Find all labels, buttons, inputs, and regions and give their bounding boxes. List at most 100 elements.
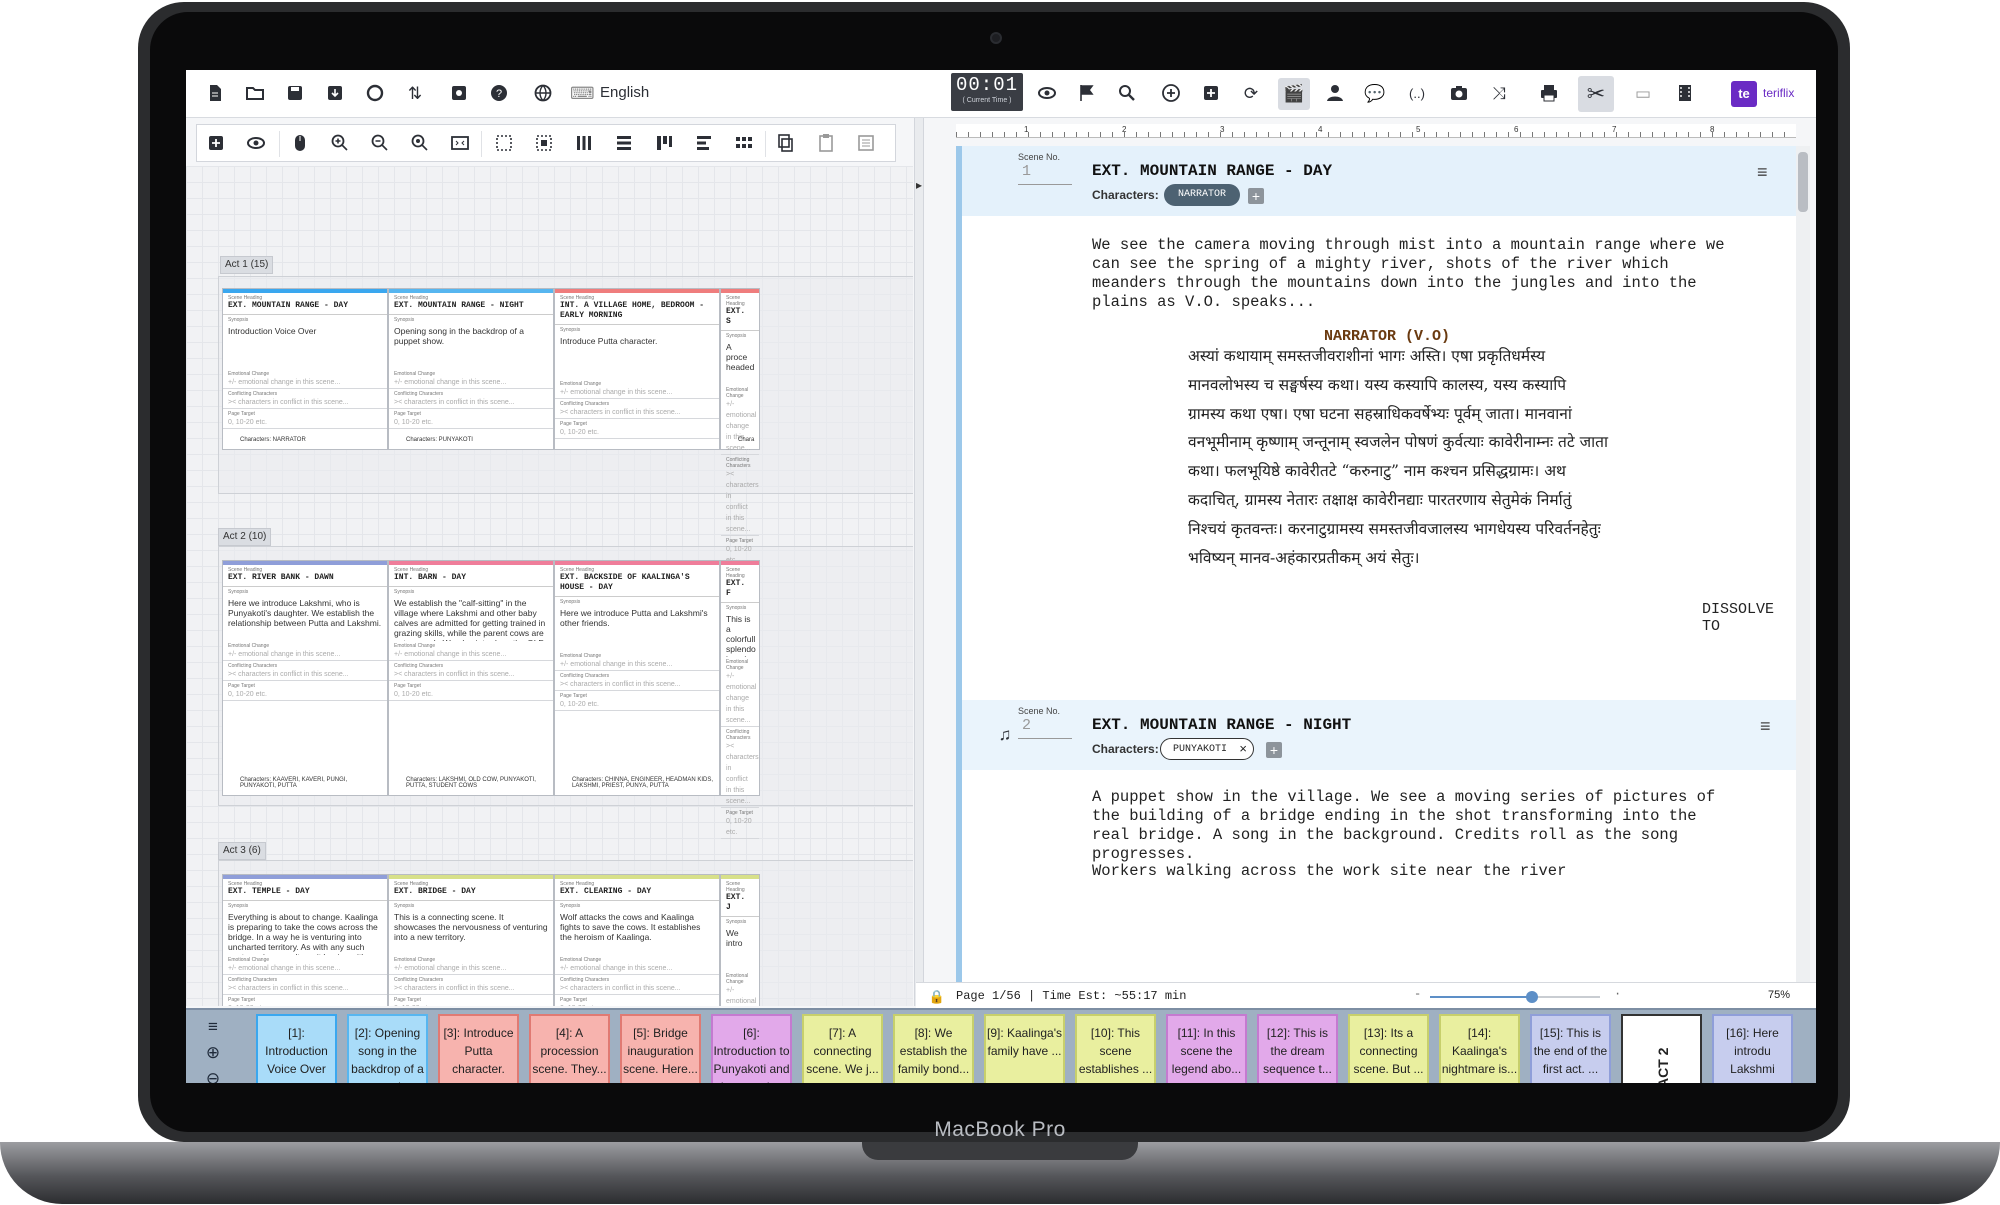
shuffle-icon[interactable]: ⤨	[1488, 83, 1510, 105]
page-target-field[interactable]: 0, 10-20 etc.	[389, 689, 553, 701]
save-as-icon[interactable]	[324, 83, 346, 105]
timeline-card[interactable]: [10]: This scene establishes ...	[1075, 1014, 1156, 1083]
timeline-card[interactable]: [5]: Bridge inauguration scene. Here...	[620, 1014, 701, 1083]
card-synopsis[interactable]: A proce headed	[721, 339, 759, 385]
eye-icon[interactable]	[1036, 83, 1058, 105]
scene-1-action[interactable]: We see the camera moving through mist in…	[1092, 236, 1732, 312]
card-scene-heading[interactable]: EXT. BRIDGE - DAY	[389, 887, 553, 901]
conflicting-characters-field[interactable]: >< characters in conflict in this scene.…	[555, 983, 719, 995]
card-scene-heading[interactable]: EXT. BACKSIDE OF KAALINGA'S HOUSE - DAY	[555, 573, 719, 597]
editor-scrollbar[interactable]	[1796, 146, 1810, 988]
page-target-field[interactable]: 0, 10-20 etc.	[555, 699, 719, 711]
scene-card[interactable]: Scene Heading EXT. RIVER BANK - DAWN Synop…	[222, 560, 388, 796]
emotional-change-field[interactable]: +/- emotional change in this scene...	[555, 387, 719, 399]
copy-icon[interactable]	[775, 133, 797, 155]
zoom-in-icon[interactable]	[329, 133, 351, 155]
timeline-card[interactable]: [11]: In this scene the legend abo...	[1166, 1014, 1247, 1083]
timeline-card[interactable]: [15]: This is the end of the first act. …	[1530, 1014, 1611, 1083]
scene-card[interactable]: Scene Heading EXT. TEMPLE - DAY Synopsis Ev…	[222, 874, 388, 1006]
character-chip[interactable]: PUNYAKOTI ×	[1160, 738, 1255, 760]
corkboard-canvas[interactable]: Act 1 (15) Act 2 (10) Act 3 (6) Scene He…	[186, 166, 913, 1006]
preview-eye-icon[interactable]	[245, 133, 267, 155]
character-chip[interactable]: NARRATOR	[1164, 184, 1241, 206]
zoom-out-icon[interactable]	[369, 133, 391, 155]
fit-screen-icon[interactable]	[449, 133, 471, 155]
page-target-field[interactable]: 0, 10-20 etc.	[389, 1003, 553, 1006]
scene-card[interactable]: Scene Heading EXT. CLEARING - DAY Synopsis…	[554, 874, 720, 1006]
conflicting-characters-field[interactable]: >< characters in conflict in this scene.…	[389, 983, 553, 995]
conflicting-characters-field[interactable]: >< characters in conflict in this scene.…	[223, 983, 387, 995]
clapperboard-icon[interactable]: 🎬	[1278, 78, 1310, 110]
film-strip-icon[interactable]	[1674, 83, 1696, 105]
select-all-icon[interactable]	[533, 133, 555, 155]
conflicting-characters-field[interactable]: >< characters in conflict in this scene.…	[721, 741, 759, 808]
page-target-field[interactable]: 0, 10-20 etc.	[721, 816, 759, 839]
timeline-card[interactable]: ACT 2	[1621, 1014, 1702, 1083]
timeline-card[interactable]: [3]: Introduce Putta character.	[438, 1014, 519, 1083]
emotional-change-field[interactable]: +/- emotional change in this scene...	[389, 649, 553, 661]
scene-2-action-2[interactable]: Workers walking across the work site nea…	[1092, 862, 1732, 881]
tools-icon[interactable]: ✂	[1578, 76, 1614, 112]
badge-icon[interactable]	[364, 83, 386, 105]
zoom-minus[interactable]: -	[1414, 987, 1421, 1001]
scene-heading[interactable]: EXT. MOUNTAIN RANGE - DAY	[1092, 162, 1332, 180]
align-top-icon[interactable]	[653, 133, 675, 155]
timeline-card[interactable]: [1]: Introduction Voice Over	[256, 1014, 337, 1083]
timeline-card[interactable]: [9]: Kaalinga's family have ...	[984, 1014, 1065, 1083]
card-synopsis[interactable]: This is a colorfull splendo imagina	[721, 611, 759, 657]
page-target-field[interactable]: 0, 10-20 etc.	[223, 417, 387, 429]
scene-number[interactable]: 1	[1022, 163, 1031, 180]
scene-1-header[interactable]: Scene No. 1 EXT. MOUNTAIN RANGE - DAY Ch…	[962, 146, 1796, 216]
emotional-change-field[interactable]: +/- emotional change in this scene...	[555, 659, 719, 671]
settings-icon[interactable]	[448, 83, 470, 105]
card-scene-heading[interactable]: INT. A VILLAGE HOME, BEDROOM - EARLY MOR…	[555, 301, 719, 325]
card-scene-heading[interactable]: EXT. J	[721, 893, 759, 917]
timeline-card[interactable]: [4]: A procession scene. They...	[529, 1014, 610, 1083]
card-synopsis[interactable]: Wolf attacks the cows and Kaalinga fight…	[555, 909, 719, 955]
card-synopsis[interactable]: Here we introduce Putta and Lakshmi's ot…	[555, 605, 719, 651]
mouse-icon[interactable]	[289, 133, 311, 155]
scene-card[interactable]: Scene Heading EXT. F Synopsis This is a col…	[720, 560, 760, 839]
emotional-change-field[interactable]: +/- emotional change in this scene...	[223, 649, 387, 661]
scene-menu-icon[interactable]: ≡	[1757, 162, 1768, 183]
emotional-change-field[interactable]: +/- emotional change in this scene...	[389, 377, 553, 389]
keyboard-icon[interactable]: ⌨	[570, 83, 595, 105]
new-file-icon[interactable]	[204, 83, 226, 105]
scene-card[interactable]: Scene Heading EXT. BRIDGE - DAY Synopsis Th…	[388, 874, 554, 1006]
flag-icon[interactable]	[1076, 83, 1098, 105]
zoom-reset-icon[interactable]	[409, 133, 431, 155]
timeline-zoom-in-icon[interactable]: ⊕	[202, 1042, 224, 1064]
card-scene-heading[interactable]: EXT. TEMPLE - DAY	[223, 887, 387, 901]
card-synopsis[interactable]: We intro	[721, 925, 759, 971]
card-scene-heading[interactable]: EXT. F	[721, 579, 759, 603]
menu-icon[interactable]: ≡	[202, 1016, 224, 1038]
scene-card[interactable]: Scene Heading INT. A VILLAGE HOME, BEDROO…	[554, 288, 720, 450]
scene-card[interactable]: Scene Heading EXT. MOUNTAIN RANGE - DAY Sy…	[222, 288, 388, 450]
card-synopsis[interactable]: Here we introduce Lakshmi, who is Punyak…	[223, 595, 387, 641]
list-view-icon[interactable]	[855, 133, 877, 155]
scene-menu-icon[interactable]: ≡	[1760, 716, 1771, 737]
camera-snapshot-icon[interactable]	[1448, 83, 1470, 105]
dialogue-icon[interactable]: 💬	[1364, 83, 1386, 105]
emotional-change-field[interactable]: +/- emotional change in this scene...	[721, 985, 759, 1006]
zoom-knob[interactable]	[1526, 991, 1538, 1003]
emotional-change-field[interactable]: +/- emotional change in this scene...	[555, 963, 719, 975]
conflicting-characters-field[interactable]: >< characters in conflict in this scene.…	[223, 669, 387, 681]
conflicting-characters-field[interactable]: >< characters in conflict in this scene.…	[721, 469, 759, 536]
rows-icon[interactable]	[613, 133, 635, 155]
card-synopsis[interactable]: Introduction Voice Over	[223, 323, 387, 369]
scene-1-dialogue[interactable]: अस्यां कथायाम् समस्तजीवराशीनां भागः अस्त…	[1188, 342, 1608, 572]
scene-heading[interactable]: EXT. MOUNTAIN RANGE - NIGHT	[1092, 716, 1351, 734]
page-target-field[interactable]: 0, 10-20 etc.	[223, 689, 387, 701]
timeline-card[interactable]: [16]: Here introdu Lakshmi	[1712, 1014, 1793, 1083]
conflicting-characters-field[interactable]: >< characters in conflict in this scene.…	[555, 679, 719, 691]
timeline-card[interactable]: [7]: A connecting scene. We j...	[802, 1014, 883, 1083]
add-scene-icon[interactable]	[1200, 83, 1222, 105]
scene-card[interactable]: Scene Heading INT. BARN - DAY Synopsis We e…	[388, 560, 554, 796]
select-icon[interactable]	[493, 133, 515, 155]
card-synopsis[interactable]: Everything is about to change. Kaalinga …	[223, 909, 387, 955]
act-3-label[interactable]: Act 3 (6)	[218, 842, 266, 860]
card-scene-heading[interactable]: EXT. RIVER BANK - DAWN	[223, 573, 387, 587]
emotional-change-field[interactable]: +/- emotional change in this scene...	[223, 963, 387, 975]
grid-icon[interactable]	[733, 133, 755, 155]
